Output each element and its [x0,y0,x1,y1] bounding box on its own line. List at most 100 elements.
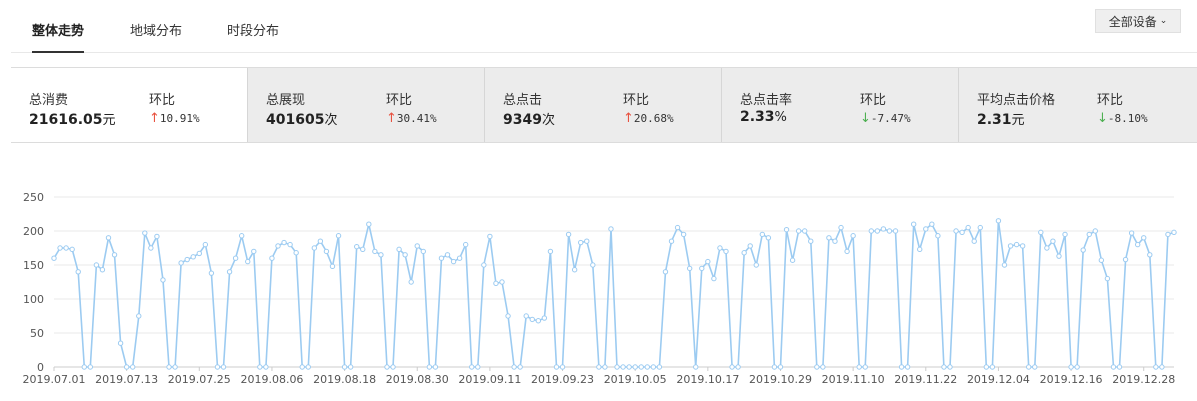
data-point [608,226,614,232]
x-tick-label: 2019.10.05 [604,373,667,386]
x-tick-label: 2019.10.29 [749,373,812,386]
data-point [305,364,311,370]
data-point [1128,230,1135,236]
arrow-up-icon: ↑ [149,111,160,126]
data-point [123,364,130,370]
data-point [777,364,784,370]
data-point [529,316,535,323]
data-point [1134,241,1141,248]
x-tick-label: 2019.12.04 [967,373,1030,386]
data-point [208,270,215,276]
data-point [1104,275,1111,282]
data-point [505,313,511,319]
data-point [323,248,330,255]
data-point [384,364,390,370]
data-point [166,364,172,370]
data-point [57,245,63,251]
device-filter-dropdown[interactable]: 全部设备 ⌄ [1095,9,1181,33]
data-point [402,252,408,258]
x-tick-label: 2019.07.01 [23,373,86,386]
ratio-label: 环比 [386,93,413,108]
data-point [856,364,862,370]
data-point [680,231,687,238]
data-point [656,364,663,370]
data-point [808,238,814,244]
data-point [251,248,257,255]
data-point [753,262,759,268]
data-point [898,364,905,370]
data-point [1074,364,1080,370]
data-point [160,277,166,283]
data-point [414,243,420,249]
data-point [329,263,336,270]
ratio-label: 环比 [860,93,887,108]
data-point [1032,364,1038,370]
data-point [311,245,318,251]
data-point [1062,231,1068,238]
trend-line-chart: 0501001502002502019.07.01 2019.07.13 2019.… [23,191,1177,386]
data-point [935,233,941,239]
data-point [638,364,644,370]
x-tick-label: 2019.07.25 [168,373,231,386]
data-point [184,256,190,263]
arrow-up-icon: ↑ [386,111,397,126]
data-point [136,313,142,319]
y-tick-label: 150 [23,259,44,272]
data-point [1153,364,1159,370]
data-point [1044,245,1050,251]
data-point [735,364,741,370]
data-point [541,315,548,321]
data-point [117,340,124,346]
data-point [335,233,342,239]
metric-card-ctr[interactable]: 总点击率 2.33% 环比 ↓-7.47% [722,68,959,142]
tab-overall-trend[interactable]: 整体走势 [32,20,85,53]
data-point [232,255,239,261]
tab-time-distribution[interactable]: 时段分布 [227,20,279,51]
data-point [1068,364,1074,370]
metric-value: 401605次 [266,112,338,128]
data-point [632,364,638,370]
y-tick-label: 100 [23,293,44,306]
data-point [699,265,705,272]
data-point [366,221,372,227]
x-tick-label: 2019.10.17 [676,373,739,386]
metric-card-total-cost[interactable]: 总消费 21616.05元 环比 ↑10.91% [11,68,248,142]
data-point [372,248,378,255]
data-point [245,258,251,265]
data-point [293,250,299,256]
data-point [444,252,451,258]
arrow-down-icon: ↓ [1097,111,1108,126]
data-point [814,364,820,370]
data-point [886,228,893,234]
data-point [287,241,293,248]
data-point [880,226,887,232]
data-point [317,238,324,244]
data-point [408,279,414,285]
data-point [571,267,578,273]
data-point [1026,364,1032,370]
metric-label: 总点击 [503,93,543,108]
data-point [674,224,681,231]
data-point [523,313,529,319]
tab-region-distribution[interactable]: 地域分布 [130,20,182,51]
x-tick-label: 2019.07.13 [95,373,158,386]
ratio-change: ↑10.91% [149,111,200,126]
data-point [650,364,657,370]
data-point [1001,262,1008,268]
x-tick-label: 2019.09.23 [531,373,594,386]
data-point [965,224,971,231]
y-tick-label: 50 [30,327,44,340]
data-point [462,241,469,248]
metric-card-impressions[interactable]: 总展现 401605次 环比 ↑30.41% [248,68,485,142]
data-point [850,233,856,239]
ratio-change: ↓-8.10% [1097,111,1148,126]
metric-card-avg-cpc[interactable]: 平均点击价格 2.31元 环比 ↓-8.10% [959,68,1196,142]
metric-card-clicks[interactable]: 总点击 9349次 环比 ↑20.68% [485,68,722,142]
data-point [917,246,923,253]
data-point [396,246,402,253]
data-point [802,228,808,234]
data-point [93,262,100,268]
data-point [620,364,626,370]
ratio-label: 环比 [623,93,650,108]
data-point [559,364,566,370]
